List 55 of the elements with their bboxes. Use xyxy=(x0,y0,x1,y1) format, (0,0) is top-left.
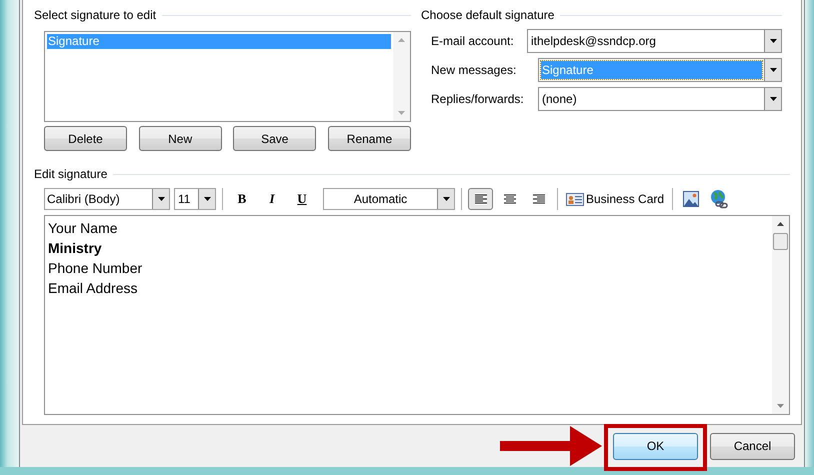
dropdown-button[interactable] xyxy=(198,189,215,209)
dropdown-arrow-icon xyxy=(770,39,776,43)
dropdown-value: ithelpdesk@ssndcp.org xyxy=(530,33,657,50)
scroll-up-icon[interactable] xyxy=(777,222,784,226)
dropdown-button[interactable] xyxy=(764,59,781,81)
italic-button[interactable]: I xyxy=(259,188,285,210)
size-value: 11 xyxy=(177,191,192,208)
bold-button[interactable]: B xyxy=(229,188,255,210)
color-dropdown[interactable]: Automatic xyxy=(323,188,455,210)
signature-dropdown[interactable]: ithelpdesk@ssndcp.org xyxy=(527,29,782,53)
signature-text-line: Email Address xyxy=(48,279,138,298)
signature-text-line: Phone Number xyxy=(48,259,142,278)
signature-editor[interactable]: Your Name Ministry Phone Number Email Address xyxy=(44,215,790,415)
left-align-icon xyxy=(474,194,488,204)
business-card-button[interactable]: Business Card xyxy=(564,188,666,210)
font-value: Calibri (Body) xyxy=(46,191,121,208)
group-label: Choose default signature xyxy=(421,7,554,24)
dropdown-arrow-icon xyxy=(158,197,164,201)
right-align-icon xyxy=(532,194,546,204)
group-label: Edit signature xyxy=(34,166,108,183)
field-label: New messages: xyxy=(431,62,518,79)
globe-link-icon[interactable] xyxy=(709,189,730,209)
business-card-icon xyxy=(566,192,584,206)
dialog-button[interactable]: OK xyxy=(613,432,698,460)
scroll-down-icon[interactable] xyxy=(777,404,784,408)
scroll-thumb[interactable] xyxy=(773,233,788,250)
field-label: Replies/forwards: xyxy=(431,91,525,108)
action-button[interactable]: New xyxy=(138,126,222,151)
action-button[interactable]: Rename xyxy=(328,126,411,151)
align-button[interactable] xyxy=(468,188,493,210)
dropdown-arrow-icon xyxy=(204,197,210,201)
action-button[interactable]: Delete xyxy=(44,126,127,151)
action-button[interactable]: Save xyxy=(233,126,316,151)
scrollbar[interactable] xyxy=(772,216,789,414)
signature-dropdown[interactable]: (none) xyxy=(538,87,782,111)
size-dropdown[interactable]: 11 xyxy=(174,188,216,210)
group-label: Select signature to edit xyxy=(34,7,156,24)
font-dropdown[interactable]: Calibri (Body) xyxy=(44,188,170,210)
dropdown-button[interactable] xyxy=(152,189,169,209)
underline-button[interactable]: U xyxy=(289,188,315,210)
dropdown-arrow-icon xyxy=(770,68,776,72)
picture-icon[interactable] xyxy=(683,191,700,207)
center-align-icon xyxy=(502,194,516,204)
dropdown-value: Signature xyxy=(541,61,762,79)
dropdown-button[interactable] xyxy=(764,30,781,52)
dropdown-arrow-icon xyxy=(770,97,776,101)
color-value: Automatic xyxy=(352,191,408,208)
dropdown-button[interactable] xyxy=(437,189,454,209)
signature-text-line: Ministry xyxy=(48,239,102,258)
dropdown-value: (none) xyxy=(541,91,578,108)
dropdown-button[interactable] xyxy=(764,88,781,110)
signature-text-line: Your Name xyxy=(48,219,118,238)
dialog-button[interactable]: Cancel xyxy=(710,432,795,460)
field-label: E-mail account: xyxy=(431,33,515,50)
dropdown-arrow-icon xyxy=(442,197,450,201)
